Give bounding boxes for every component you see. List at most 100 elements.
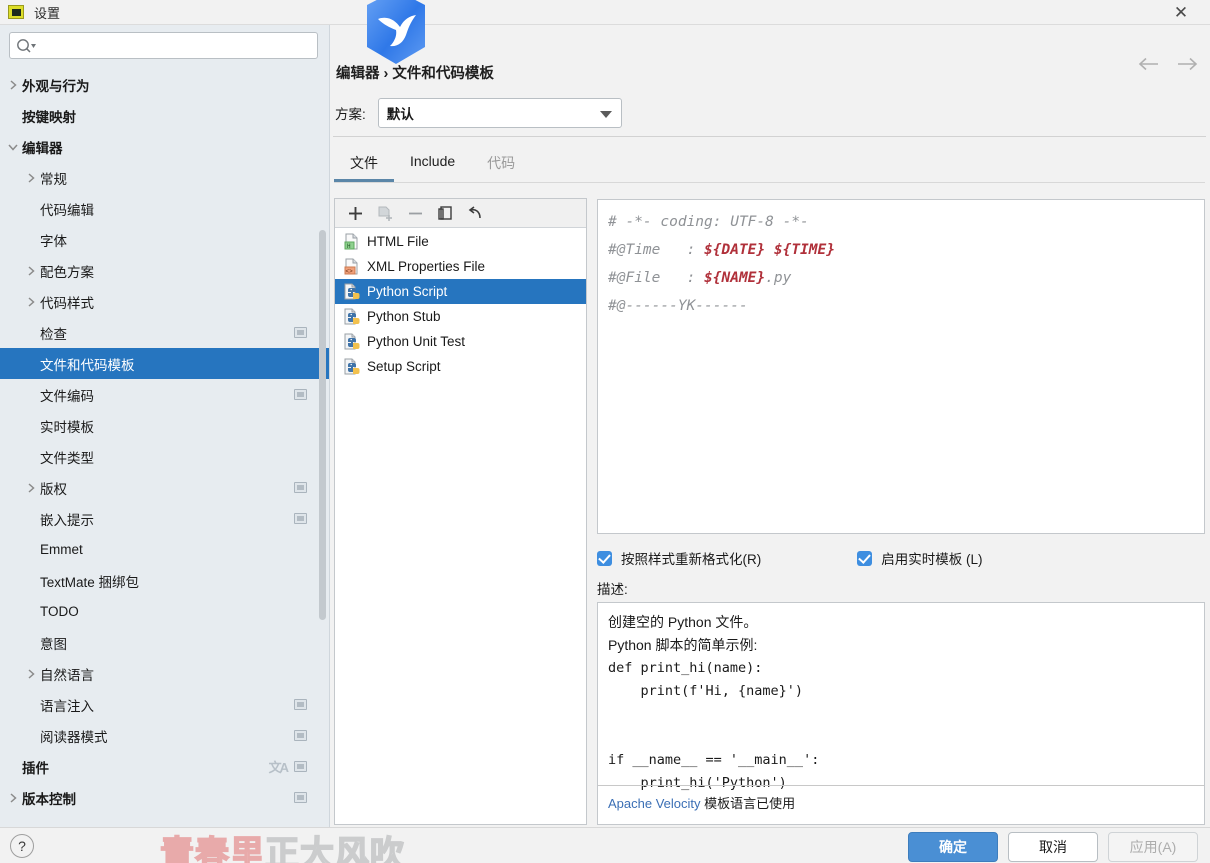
description-line-5	[608, 726, 1194, 749]
module-badge-icon	[294, 699, 307, 710]
reset-button[interactable]	[467, 205, 484, 222]
sidebar-item-18[interactable]: 意图	[0, 627, 329, 658]
copy-template-button[interactable]	[377, 205, 394, 222]
template-item-0[interactable]: H HTML File	[335, 229, 586, 254]
scheme-dropdown[interactable]: 默认	[377, 98, 622, 128]
checkbox-0[interactable]	[597, 550, 612, 566]
template-item-label: Python Unit Test	[367, 334, 466, 349]
search-box[interactable]	[9, 32, 318, 59]
sidebar-item-0[interactable]: 外观与行为	[0, 69, 329, 100]
chevron-right-icon[interactable]	[22, 296, 40, 308]
checkbox-row-1[interactable]: 启用实时模板 (L)	[857, 548, 983, 568]
template-item-3[interactable]: Python Stub	[335, 304, 586, 329]
template-toolbar	[335, 199, 586, 228]
svg-text:H: H	[347, 243, 351, 250]
sidebar-item-8[interactable]: 检查	[0, 317, 329, 348]
sidebar-item-20[interactable]: 语言注入	[0, 689, 329, 720]
search-input[interactable]	[36, 33, 311, 58]
checkbox-row-0[interactable]: 按照样式重新格式化(R)	[597, 548, 761, 568]
search-icon	[16, 38, 36, 54]
nav-arrows	[1138, 57, 1198, 71]
sidebar-item-label: 自然语言	[40, 667, 94, 683]
template-item-label: XML Properties File	[367, 259, 486, 274]
sidebar-item-badges	[294, 730, 307, 741]
sidebar-item-17[interactable]: TODO	[0, 596, 329, 627]
sidebar-item-label: Emmet	[40, 542, 83, 557]
add-button[interactable]	[347, 205, 364, 222]
settings-panel: 编辑器 › 文件和代码模板 方案: 默认 文件 Include 代码 H HTM…	[331, 25, 1210, 827]
xml-file-icon: <>	[343, 258, 360, 275]
plus-icon	[347, 205, 364, 222]
sidebar-item-14[interactable]: 嵌入提示	[0, 503, 329, 534]
sidebar-item-16[interactable]: TextMate 捆绑包	[0, 565, 329, 596]
template-variable: ${NAME}	[704, 270, 766, 286]
python-file-icon	[343, 283, 360, 300]
chevron-right-icon[interactable]	[22, 172, 40, 184]
scheme-row: 方案: 默认	[335, 98, 622, 128]
chevron-right-icon[interactable]	[22, 668, 40, 680]
sidebar-item-22[interactable]: 插件 文A	[0, 751, 329, 782]
tab-0[interactable]: 文件	[334, 149, 394, 182]
sidebar-item-12[interactable]: 文件类型	[0, 441, 329, 472]
sidebar-item-label: 代码编辑	[40, 202, 94, 218]
apache-velocity-link[interactable]: Apache Velocity	[608, 796, 701, 811]
template-item-label: Python Script	[367, 284, 448, 299]
chevron-right-icon[interactable]	[4, 792, 22, 804]
sidebar-item-label: 嵌入提示	[40, 512, 94, 528]
chevron-right-icon[interactable]	[4, 79, 22, 91]
chevron-down-icon[interactable]	[4, 142, 22, 152]
code-line-2: #@File : ${NAME}.py	[608, 264, 1194, 292]
sidebar-item-11[interactable]: 实时模板	[0, 410, 329, 441]
translate-icon: 文A	[268, 760, 289, 775]
chevron-right-icon[interactable]	[22, 265, 40, 277]
description-divider	[598, 785, 1204, 786]
template-item-5[interactable]: Setup Script	[335, 354, 586, 379]
arrow-left-icon[interactable]	[1138, 57, 1160, 71]
template-item-label: Python Stub	[367, 309, 441, 324]
template-editor[interactable]: # -*- coding: UTF-8 -*- #@Time : ${DATE} …	[597, 199, 1205, 534]
footer-button-0[interactable]: 确定	[908, 832, 998, 862]
app-icon	[8, 5, 24, 19]
template-item-label: Setup Script	[367, 359, 441, 374]
template-item-2[interactable]: Python Script	[335, 279, 586, 304]
sidebar-item-1[interactable]: 按键映射	[0, 100, 329, 131]
breadcrumb-row: 编辑器 › 文件和代码模板	[331, 25, 1210, 82]
sidebar-item-label: 文件类型	[40, 450, 94, 466]
sidebar-item-2[interactable]: 编辑器	[0, 131, 329, 162]
sidebar-item-3[interactable]: 常规	[0, 162, 329, 193]
sidebar-item-13[interactable]: 版权	[0, 472, 329, 503]
sidebar-item-6[interactable]: 配色方案	[0, 255, 329, 286]
duplicate-button[interactable]	[437, 205, 454, 222]
sidebar-item-badges	[294, 389, 307, 400]
checkbox-1[interactable]	[857, 550, 873, 566]
sidebar-item-23[interactable]: 版本控制	[0, 782, 329, 813]
help-button[interactable]: ?	[10, 834, 34, 858]
description-label: 描述:	[597, 582, 628, 597]
sidebar-item-label: 版本控制	[22, 791, 76, 807]
sidebar-item-9[interactable]: 文件和代码模板	[0, 348, 329, 379]
checkbox-label: 按照样式重新格式化(R)	[621, 552, 762, 567]
sidebar-item-21[interactable]: 阅读器模式	[0, 720, 329, 751]
tab-2[interactable]: 代码	[471, 149, 531, 182]
remove-button[interactable]	[407, 205, 424, 222]
footer-button-1[interactable]: 取消	[1008, 832, 1098, 862]
sidebar-item-15[interactable]: Emmet	[0, 534, 329, 565]
template-item-4[interactable]: Python Unit Test	[335, 329, 586, 354]
module-badge-icon	[294, 482, 307, 493]
sidebar-item-10[interactable]: 文件编码	[0, 379, 329, 410]
code-text: .py	[765, 270, 792, 286]
sidebar-item-19[interactable]: 自然语言	[0, 658, 329, 689]
chevron-right-icon[interactable]	[22, 482, 40, 494]
arrow-right-icon[interactable]	[1176, 57, 1198, 71]
sidebar-item-4[interactable]: 代码编辑	[0, 193, 329, 224]
tab-1[interactable]: Include	[394, 149, 471, 182]
sidebar-scrollbar[interactable]	[319, 230, 326, 620]
scheme-value: 默认	[386, 107, 414, 122]
template-item-1[interactable]: <> XML Properties File	[335, 254, 586, 279]
sidebar-item-7[interactable]: 代码样式	[0, 286, 329, 317]
module-badge-icon	[294, 730, 307, 741]
sidebar-item-5[interactable]: 字体	[0, 224, 329, 255]
sidebar-item-badges	[294, 482, 307, 493]
close-icon[interactable]: ✕	[1168, 0, 1194, 25]
module-badge-icon	[294, 792, 307, 803]
